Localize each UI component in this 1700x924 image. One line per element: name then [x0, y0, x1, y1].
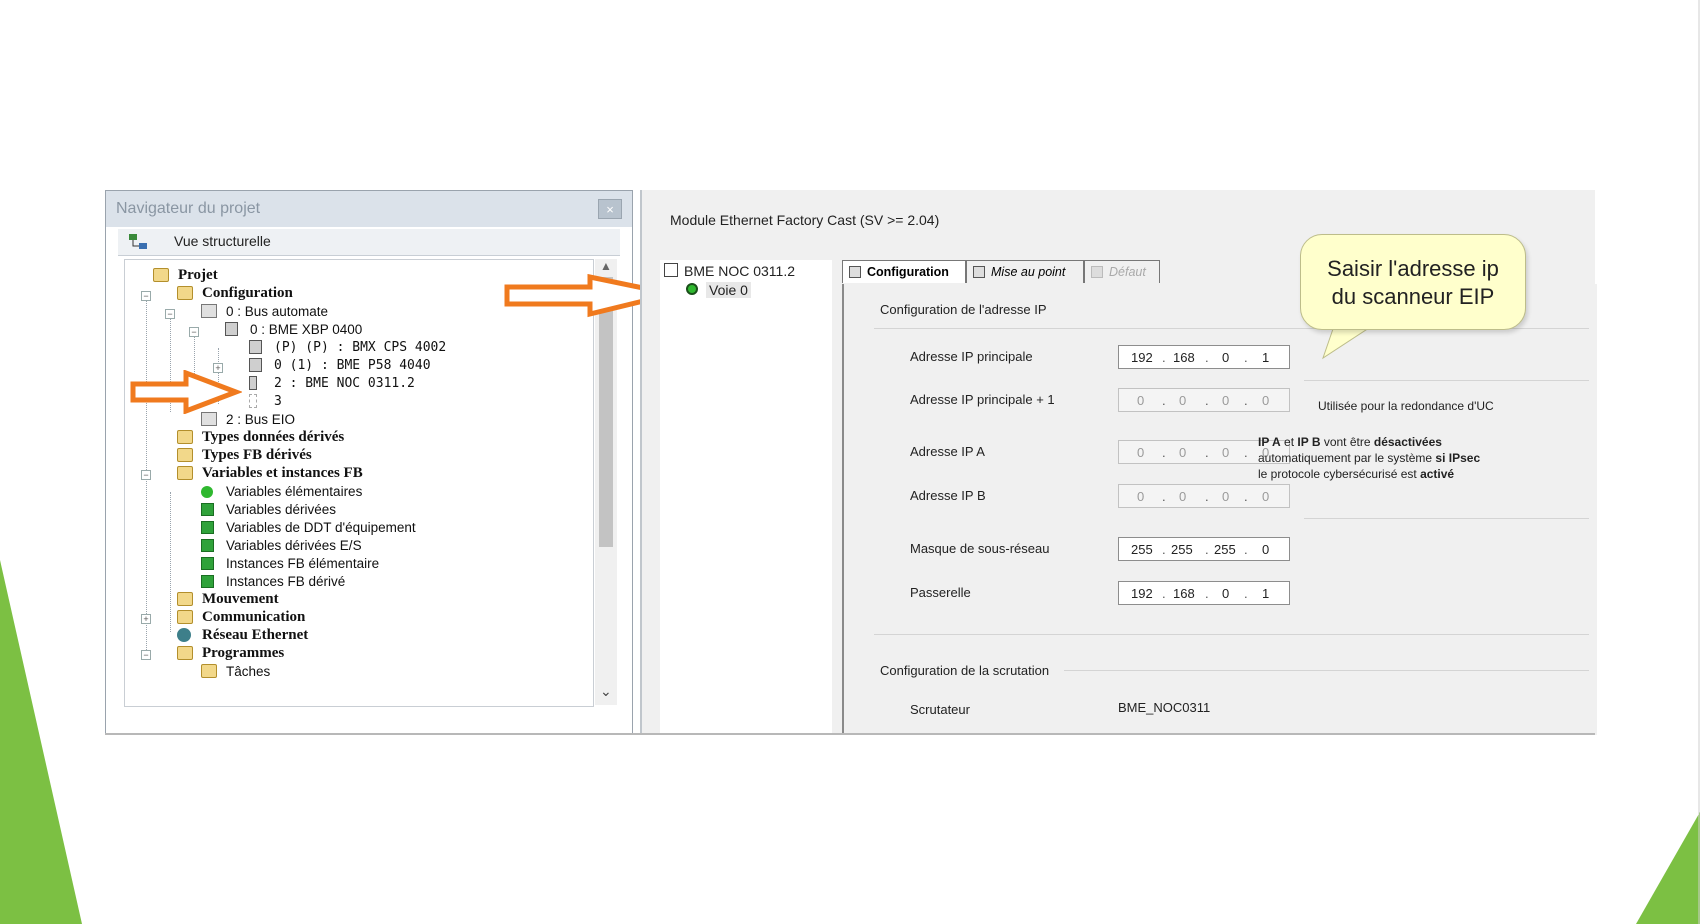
fb-instance-icon [201, 557, 214, 570]
debug-tab-icon [973, 266, 985, 278]
screenshot-bottom-edge [105, 733, 1595, 735]
collapse-toggle[interactable]: − [165, 309, 175, 319]
folder-icon [177, 466, 193, 480]
fault-tab-icon [1091, 266, 1103, 278]
channel-label: Voie 0 [706, 282, 751, 298]
config-tab-icon [849, 266, 861, 278]
primary-ip-label: Adresse IP principale [910, 349, 1033, 364]
subnet-mask-label: Masque de sous-réseau [910, 541, 1050, 556]
section-divider [1304, 380, 1589, 381]
gateway-input[interactable]: 192. 168. 0. 1 [1118, 581, 1290, 605]
network-icon [177, 628, 191, 642]
folder-icon [177, 646, 193, 660]
folder-icon [201, 664, 217, 678]
channel-status-icon [686, 283, 698, 295]
variable-icon [201, 521, 214, 534]
collapse-toggle[interactable]: − [189, 327, 199, 337]
navigator-title: Navigateur du projet [116, 200, 261, 217]
navigator-title-bar: Navigateur du projet [106, 191, 632, 227]
callout-tail-shape [1322, 326, 1373, 360]
empty-slot-icon [249, 394, 257, 408]
structure-view-icon [129, 234, 147, 249]
right-wedge-shape [1636, 812, 1700, 924]
primary-ip-plus-1-label: Adresse IP principale + 1 [910, 392, 1055, 407]
ip-b-input[interactable]: 0. 0. 0. 0 [1118, 484, 1290, 508]
project-tree: − − − + − + − Projet Configuration 0 : B… [124, 259, 594, 707]
configuration-tab-content: Configuration de l'adresse IP Adresse IP… [842, 284, 1597, 735]
ip-config-section-title: Configuration de l'adresse IP [880, 302, 1047, 317]
scan-config-section-title: Configuration de la scrutation [880, 663, 1050, 678]
rack-icon [225, 322, 238, 336]
scroll-up-icon[interactable]: ▲ [600, 259, 612, 273]
primary-ip-plus-1-input[interactable]: 0. 0. 0. 0 [1118, 388, 1290, 412]
section-divider [1064, 670, 1589, 671]
tree-scrollbar[interactable]: ▲ ⌄ [595, 259, 617, 705]
tab-mise-au-point[interactable]: Mise au point [966, 260, 1084, 283]
collapse-toggle[interactable]: − [141, 650, 151, 660]
primary-ip-input[interactable]: 192. 168. 0. 1 [1118, 345, 1290, 369]
project-navigator-window: Navigateur du projet × Vue structurelle … [105, 190, 633, 735]
module-device-item[interactable]: BME NOC 0311.2 [664, 263, 795, 279]
section-divider [874, 634, 1589, 635]
structural-view-label: Vue structurelle [174, 233, 271, 249]
variable-icon [201, 486, 213, 498]
callout-tail [1322, 326, 1374, 360]
redundancy-note: Utilisée pour la redondance d'UC [1318, 399, 1494, 413]
tab-configuration[interactable]: Configuration [842, 260, 966, 283]
close-icon[interactable]: × [598, 199, 622, 219]
variable-icon [201, 539, 214, 552]
folder-icon [177, 430, 193, 444]
ip-a-label: Adresse IP A [910, 444, 985, 459]
arrow-to-noc-module [130, 370, 242, 414]
channel-item-voie-0[interactable]: Voie 0 [686, 282, 751, 298]
bus-icon [201, 412, 217, 426]
gateway-label: Passerelle [910, 585, 971, 600]
folder-icon [177, 610, 193, 624]
module-device-label: BME NOC 0311.2 [684, 263, 796, 279]
module-icon [664, 263, 678, 277]
scanner-label: Scrutateur [910, 702, 970, 717]
bus-icon [201, 304, 217, 318]
folder-icon [177, 592, 193, 606]
left-wedge-shape [0, 560, 82, 924]
module-icon [249, 340, 262, 354]
folder-icon [177, 448, 193, 462]
collapse-toggle[interactable]: − [141, 470, 151, 480]
module-title: Module Ethernet Factory Cast (SV >= 2.04… [670, 212, 940, 228]
ip-b-label: Adresse IP B [910, 488, 986, 503]
chevron-down-icon[interactable]: ⌄ [600, 683, 612, 700]
folder-icon [153, 268, 169, 282]
instruction-callout: Saisir l'adresse ip du scanneur EIP [1300, 234, 1526, 330]
scanner-value: BME_NOC0311 [1118, 700, 1211, 715]
callout-line-2: du scanneur EIP [1331, 284, 1495, 309]
collapse-toggle[interactable]: − [141, 291, 151, 301]
module-icon [249, 358, 262, 372]
module-icon [249, 376, 257, 390]
tree-connector [170, 492, 171, 632]
callout-line-1: Saisir l'adresse ip [1327, 256, 1499, 281]
fb-instance-icon [201, 575, 214, 588]
variable-icon [201, 503, 214, 516]
ipsec-note: IP A et IP B vont être désactivées autom… [1258, 435, 1481, 481]
expand-toggle[interactable]: + [141, 614, 151, 624]
folder-icon [177, 286, 193, 300]
subnet-mask-input[interactable]: 255. 255. 255. 0 [1118, 537, 1290, 561]
section-divider [1304, 518, 1589, 519]
module-tree: BME NOC 0311.2 Voie 0 [660, 260, 832, 735]
arrow-shape [130, 370, 242, 414]
structural-view-bar[interactable]: Vue structurelle [118, 229, 620, 256]
tab-defaut[interactable]: Défaut [1084, 260, 1160, 283]
